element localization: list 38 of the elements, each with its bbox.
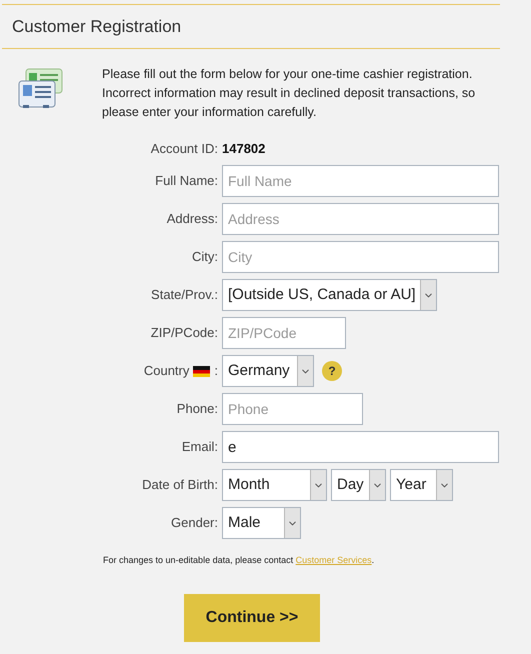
- chevron-down-icon: [284, 508, 300, 538]
- field-label: Date of Birth:: [142, 476, 218, 494]
- field-label: State/Prov.:: [151, 286, 218, 304]
- chevron-down-icon: [297, 356, 313, 386]
- dropdown[interactable]: [Outside US, Canada or AU]: [222, 279, 437, 311]
- dropdown[interactable]: Male: [222, 507, 301, 539]
- input-field[interactable]: ZIP/PCode: [222, 317, 346, 349]
- flag-icon: [193, 366, 210, 376]
- dropdown[interactable]: Day: [331, 469, 386, 501]
- chevron-down-icon: [436, 470, 452, 500]
- dropdown[interactable]: Year: [390, 469, 453, 501]
- field-label: Address:: [166, 210, 218, 228]
- field-label: ZIP/PCode:: [150, 324, 218, 342]
- contact-note: For changes to un-editable data, please contact Customer Services.: [103, 554, 376, 567]
- help-icon[interactable]: ?: [322, 361, 342, 381]
- field-label: Phone:: [176, 400, 218, 418]
- input-field[interactable]: City: [222, 241, 499, 273]
- chevron-down-icon: [310, 470, 326, 500]
- chevron-down-icon: [420, 280, 436, 310]
- chevron-down-icon: [369, 470, 385, 500]
- input-field[interactable]: e: [222, 431, 499, 463]
- field-label: Country: [144, 362, 190, 380]
- field-label: :: [214, 362, 218, 380]
- input-field[interactable]: Full Name: [222, 165, 499, 197]
- field-label: City:: [192, 248, 218, 266]
- dropdown[interactable]: Month: [222, 469, 327, 501]
- field-label: Email:: [182, 438, 218, 456]
- page-title: Customer Registration: [12, 16, 182, 38]
- field-label: Account ID:: [150, 140, 218, 158]
- id-cards-icon: [18, 67, 64, 111]
- dropdown[interactable]: Germany: [222, 355, 314, 387]
- input-field[interactable]: Address: [222, 203, 499, 235]
- intro-text: Please fill out the form below for your one-time cashier registration. Incorrect information may result in declined deposit transactions, so please enter your information carefully.: [102, 66, 476, 121]
- continue-button[interactable]: Continue >>: [184, 594, 320, 642]
- account-id: 147802: [222, 140, 266, 158]
- field-label: Full Name:: [155, 172, 218, 190]
- input-field[interactable]: Phone: [222, 393, 363, 425]
- field-label: Gender:: [171, 514, 218, 532]
